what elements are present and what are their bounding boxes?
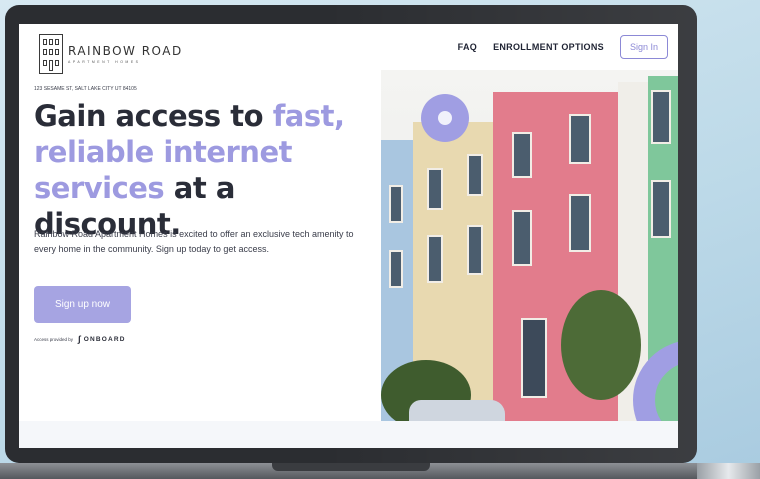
sign-in-button[interactable]: Sign In <box>619 35 668 59</box>
sign-up-button[interactable]: Sign up now <box>34 286 131 323</box>
provided-by: Access provided by ∫ ONBOARD <box>34 334 126 344</box>
building-icon <box>39 34 63 74</box>
tree <box>561 290 641 400</box>
door <box>521 318 547 398</box>
laptop-screen: RAINBOW ROAD APARTMENT HOMES FAQ ENROLLM… <box>19 24 678 448</box>
window <box>467 154 483 196</box>
nav-faq[interactable]: FAQ <box>458 42 477 52</box>
hero-photo <box>381 70 678 421</box>
provided-by-label: Access provided by <box>34 336 74 342</box>
window <box>427 168 443 210</box>
window <box>467 225 483 275</box>
hero-description: Rainbow Road Apartment Homes is excited … <box>34 229 354 254</box>
footer-band <box>19 421 678 448</box>
window <box>651 90 671 144</box>
window <box>512 210 532 266</box>
logo-name: RAINBOW ROAD <box>68 44 183 58</box>
window <box>569 194 591 252</box>
logo-text: RAINBOW ROAD APARTMENT HOMES <box>68 44 183 64</box>
decorative-circle <box>421 94 469 142</box>
page-title: Gain access to fast, reliable internet s… <box>34 98 384 242</box>
window <box>389 185 403 223</box>
logo-subtitle: APARTMENT HOMES <box>68 60 141 64</box>
provider-logo[interactable]: ∫ ONBOARD <box>78 334 126 344</box>
headline-part1: Gain access to <box>34 99 273 133</box>
top-nav: FAQ ENROLLMENT OPTIONS Sign In <box>458 35 668 59</box>
provider-name: ONBOARD <box>83 335 126 343</box>
window <box>569 114 591 164</box>
nav-enrollment-options[interactable]: ENROLLMENT OPTIONS <box>493 42 604 52</box>
car <box>409 400 505 421</box>
window <box>512 132 532 178</box>
window <box>651 180 671 238</box>
laptop-base-edge <box>697 463 760 479</box>
address: 123 SESAME ST, SALT LAKE CITY UT 84105 <box>34 86 137 92</box>
onboard-icon: ∫ <box>78 334 82 344</box>
laptop-notch <box>272 463 430 471</box>
window <box>427 235 443 283</box>
logo[interactable]: RAINBOW ROAD APARTMENT HOMES <box>39 34 183 74</box>
window <box>389 250 403 288</box>
